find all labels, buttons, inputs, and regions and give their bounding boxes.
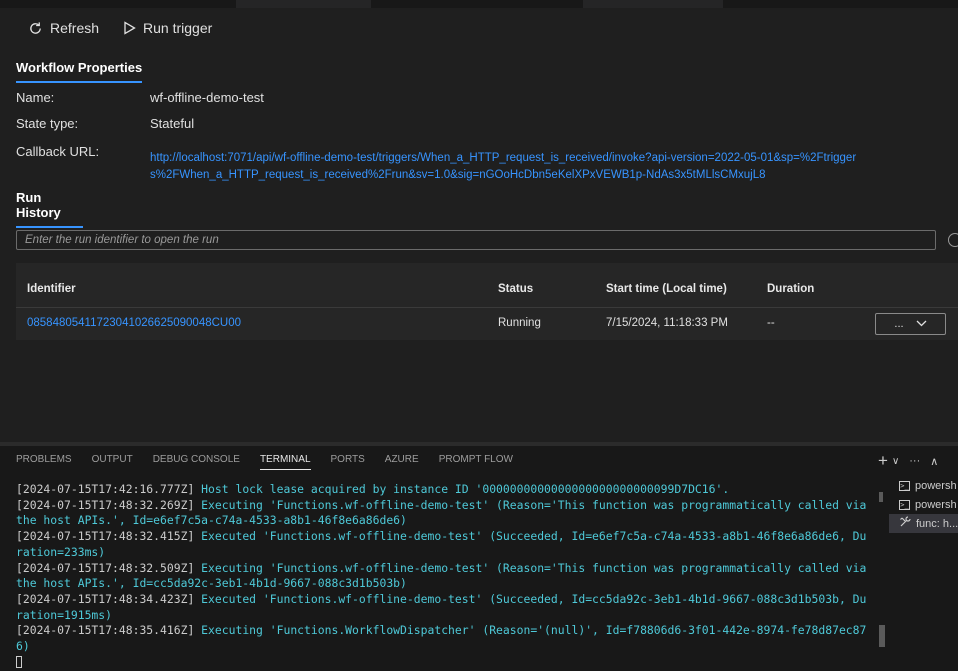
tools-icon [899, 516, 911, 531]
workflow-overview-panel: Refresh Run trigger Workflow Properties … [0, 8, 958, 442]
panel-actions: + ∨ ··· ∧ [878, 451, 938, 471]
terminal-timestamp: [2024-07-15T17:48:35.416Z] [16, 623, 195, 638]
chevron-down-icon [916, 318, 927, 330]
editor-tab[interactable] [583, 0, 723, 8]
column-header-start-time[interactable]: Start time (Local time) [606, 283, 727, 295]
tab-output[interactable]: OUTPUT [92, 454, 133, 470]
terminal-line: [2024-07-15T17:48:32.509Z] Executing 'Fu… [16, 561, 872, 592]
terminal-instance-label: func: h... [916, 517, 958, 530]
editor-tab-strip [0, 0, 958, 8]
tab-prompt-flow[interactable]: PROMPT FLOW [439, 454, 513, 470]
terminal-line: [2024-07-15T17:48:32.269Z] Executing 'Fu… [16, 498, 872, 529]
terminal-line: [2024-07-15T17:48:34.423Z] Executed 'Fun… [16, 592, 872, 623]
tab-ports[interactable]: PORTS [331, 454, 365, 470]
terminal-instance-item[interactable]: >_ powersh [889, 495, 958, 514]
terminal-output[interactable]: [2024-07-15T17:42:16.777Z] Host lock lea… [16, 482, 872, 669]
panel-tabs: PROBLEMS OUTPUT DEBUG CONSOLE TERMINAL P… [16, 454, 513, 470]
run-actions-dropdown[interactable]: ... [875, 313, 946, 335]
terminal-timestamp: [2024-07-15T17:48:32.269Z] [16, 497, 195, 512]
state-type-label: State type: [16, 116, 79, 131]
terminal-message: Host lock lease acquired by instance ID … [194, 482, 730, 496]
terminal-timestamp: [2024-07-15T17:48:34.423Z] [16, 591, 195, 606]
state-type-value: Stateful [150, 116, 195, 131]
run-identifier-search-input[interactable]: Enter the run identifier to open the run [16, 230, 936, 250]
terminal-line: [2024-07-15T17:48:35.416Z] Executing 'Fu… [16, 623, 872, 654]
run-trigger-label: Run trigger [143, 20, 213, 36]
scrollbar-thumb[interactable] [879, 492, 883, 502]
tab-problems[interactable]: PROBLEMS [16, 454, 72, 470]
run-duration: -- [767, 317, 775, 329]
name-label: Name: [16, 90, 55, 105]
refresh-icon [28, 21, 43, 36]
play-icon [123, 21, 136, 35]
run-status: Running [498, 317, 541, 329]
scrollbar-thumb[interactable] [879, 625, 885, 647]
terminal-instance-item[interactable]: func: h... [889, 514, 958, 533]
column-header-duration[interactable]: Duration [767, 283, 814, 295]
run-history-table: Identifier Status Start time (Local time… [16, 263, 958, 340]
tab-terminal[interactable]: TERMINAL [259, 454, 311, 470]
chevron-down-icon[interactable]: ∨ [892, 456, 899, 467]
column-header-status[interactable]: Status [498, 283, 533, 295]
terminal-instance-label: powersh [915, 479, 957, 492]
terminal-icon: >_ [899, 499, 910, 510]
tab-azure[interactable]: AZURE [385, 454, 419, 470]
bottom-panel: PROBLEMS OUTPUT DEBUG CONSOLE TERMINAL P… [0, 446, 958, 671]
terminal-icon: >_ [899, 480, 910, 491]
terminal-line: [2024-07-15T17:42:16.777Z] Host lock lea… [16, 482, 872, 498]
terminal-cursor [16, 656, 22, 669]
callback-url-label: Callback URL: [16, 144, 100, 159]
run-identifier-placeholder: Enter the run identifier to open the run [25, 234, 219, 246]
more-actions-label: ... [894, 318, 904, 330]
overview-toolbar: Refresh Run trigger [28, 20, 212, 36]
search-icon[interactable] [948, 233, 958, 247]
run-trigger-button[interactable]: Run trigger [123, 20, 212, 36]
tab-debug-console[interactable]: DEBUG CONSOLE [153, 454, 240, 470]
refresh-button[interactable]: Refresh [28, 20, 99, 36]
terminal-instance-item[interactable]: >_ powersh [889, 476, 958, 495]
run-start-time: 7/15/2024, 11:18:33 PM [606, 317, 728, 329]
maximize-panel-icon[interactable]: ∧ [930, 455, 938, 468]
terminal-timestamp: [2024-07-15T17:48:32.509Z] [16, 560, 195, 575]
terminal-timestamp: [2024-07-15T17:48:32.415Z] [16, 529, 195, 544]
terminal-timestamp: [2024-07-15T17:42:16.777Z] [16, 482, 195, 496]
terminal-instances-list: >_ powersh >_ powersh func: h... [889, 476, 958, 533]
run-identifier-link[interactable]: 08584805411723041026625090048CU00 [27, 317, 241, 329]
terminal-cursor-line [16, 655, 872, 671]
run-history-title: Run History [16, 190, 83, 228]
more-options-icon[interactable]: ··· [909, 455, 920, 467]
new-terminal-plus-icon[interactable]: + [878, 451, 888, 471]
terminal-scrollbar[interactable] [879, 482, 885, 662]
refresh-label: Refresh [50, 20, 100, 36]
terminal-instance-label: powersh [915, 498, 957, 511]
column-header-identifier[interactable]: Identifier [27, 283, 76, 295]
table-header: Identifier Status Start time (Local time… [16, 263, 958, 308]
workflow-properties-title: Workflow Properties [16, 60, 143, 83]
terminal-line: [2024-07-15T17:48:32.415Z] Executed 'Fun… [16, 529, 872, 560]
callback-url-link[interactable]: http://localhost:7071/api/wf-offline-dem… [150, 150, 870, 184]
editor-tab[interactable] [236, 0, 371, 8]
table-row[interactable]: 08584805411723041026625090048CU00 Runnin… [16, 308, 958, 340]
name-value: wf-offline-demo-test [150, 90, 264, 105]
